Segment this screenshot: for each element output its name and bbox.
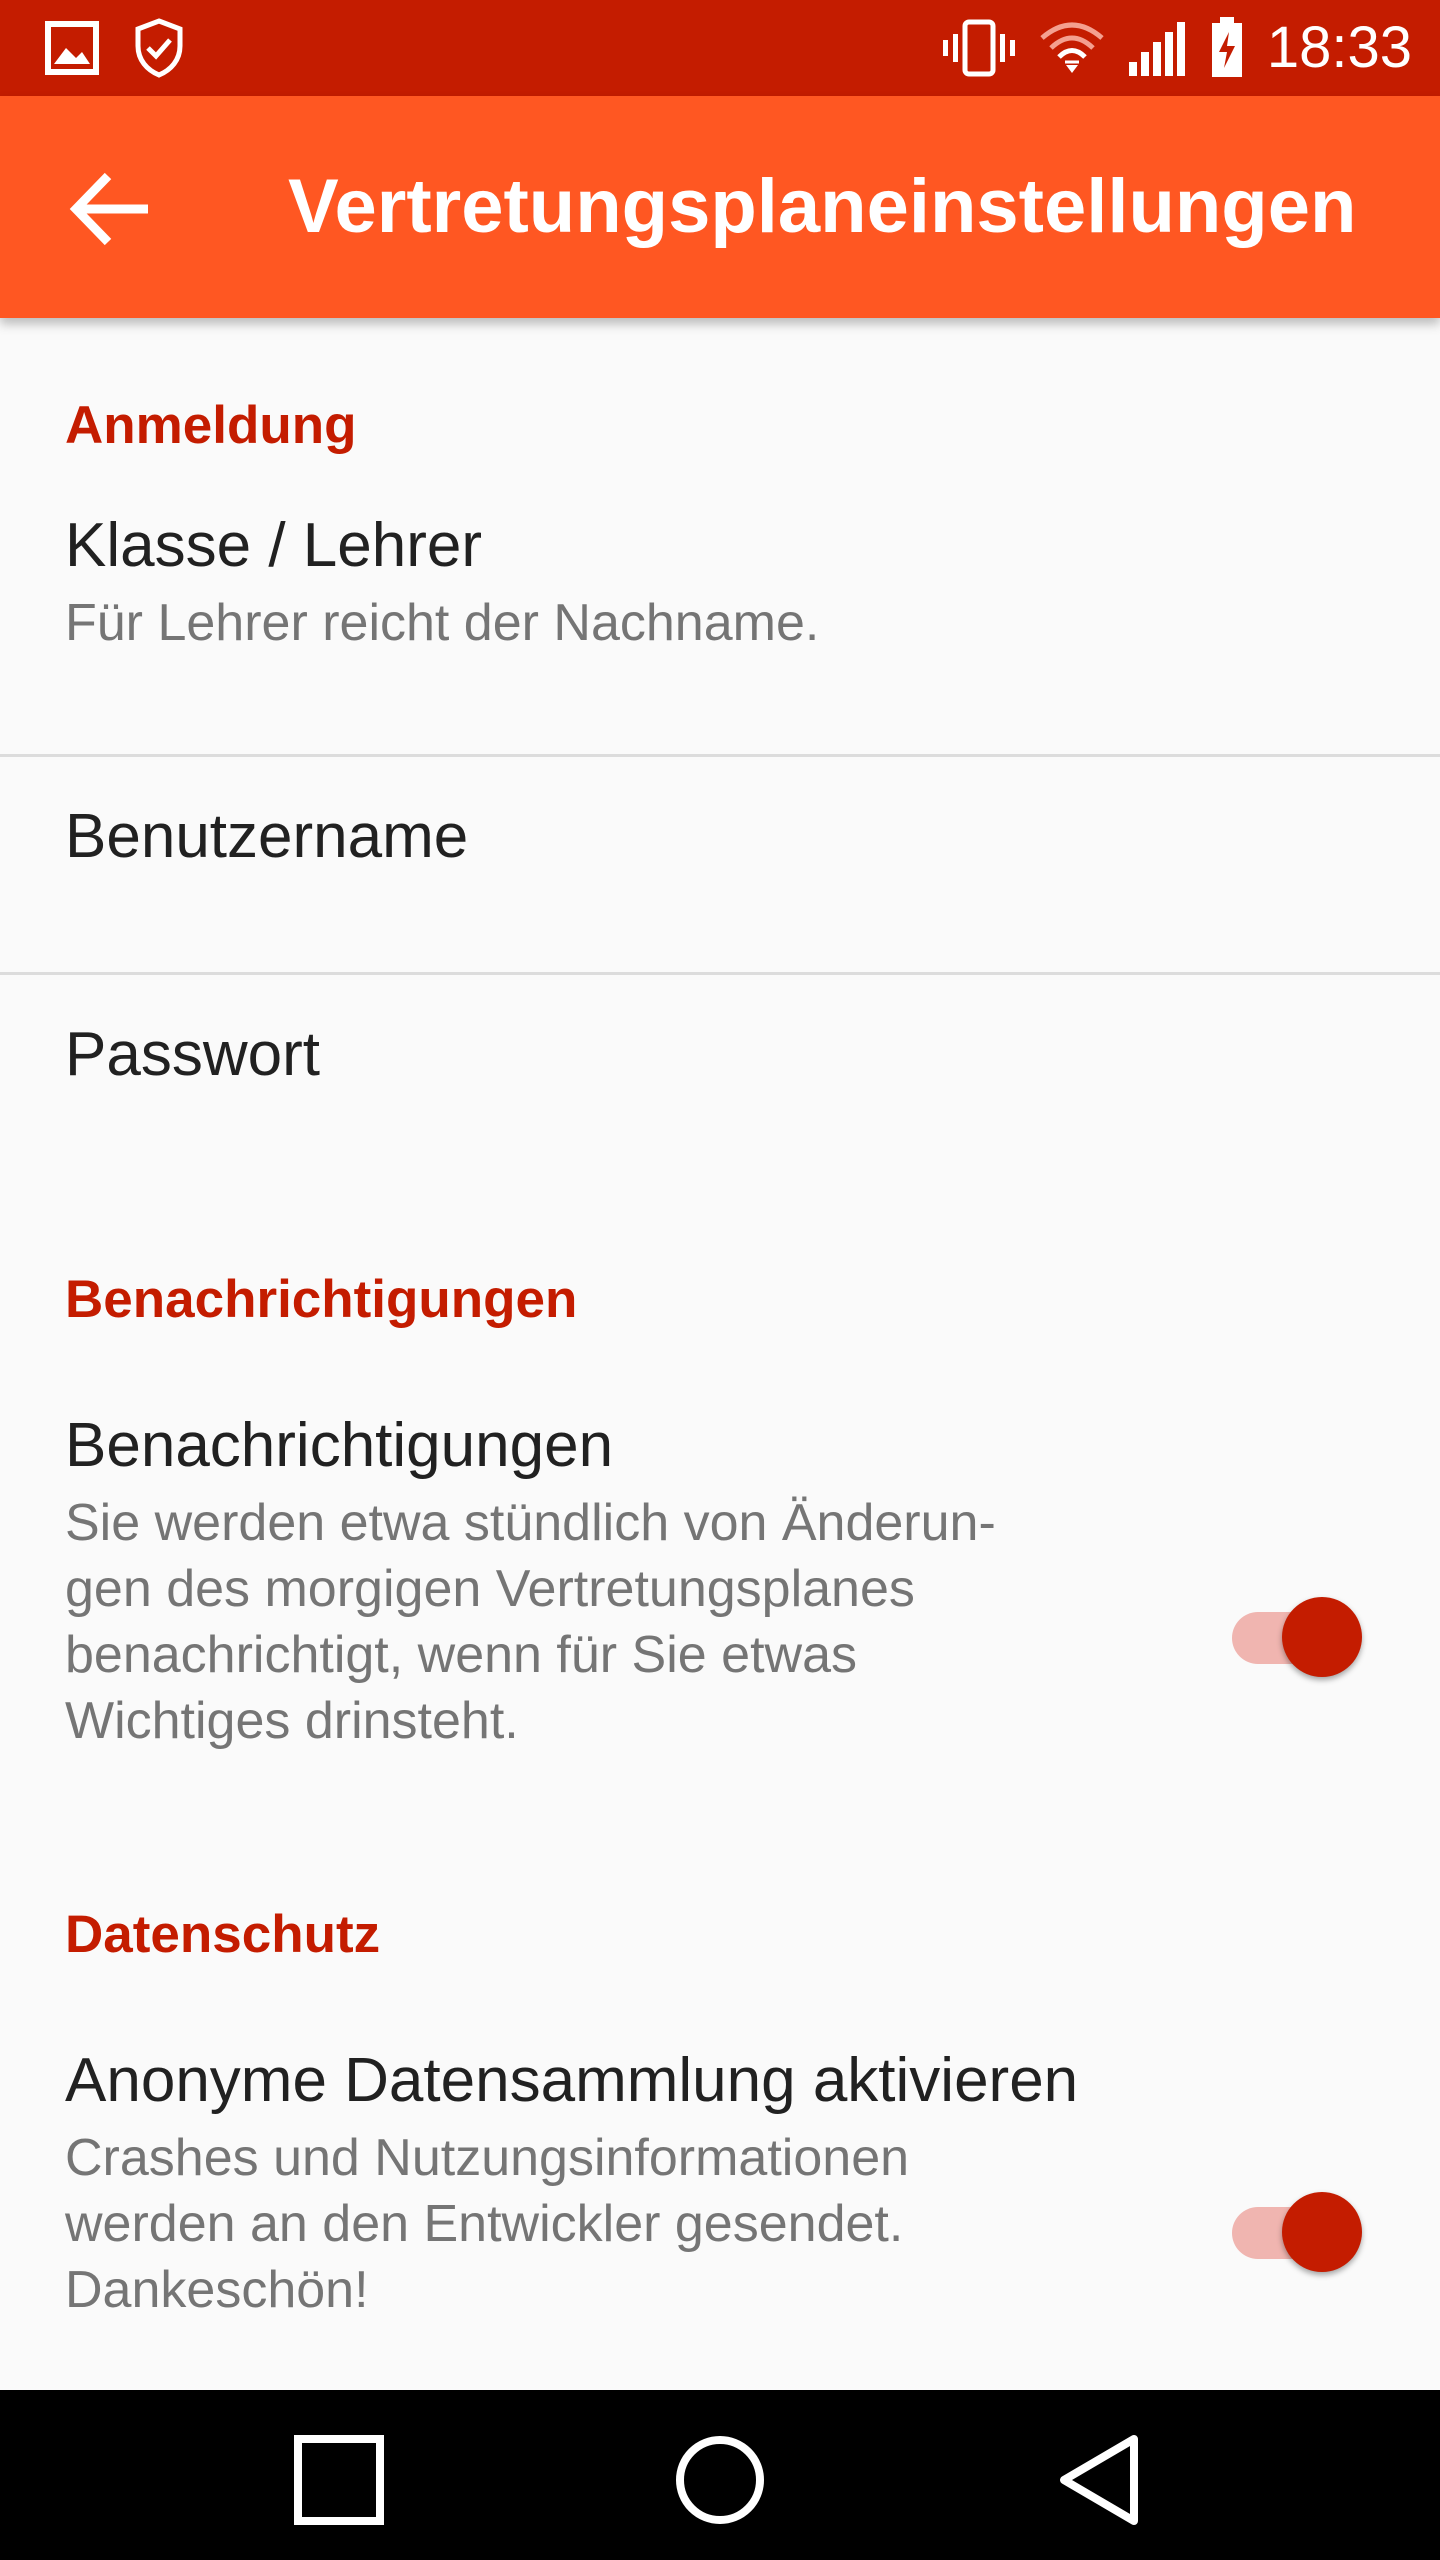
system-nav-bar xyxy=(0,2390,1440,2560)
section-header-privacy: Datenschutz xyxy=(65,1905,381,1964)
pref-notifications[interactable]: Benachrichtigungen Sie werden etwa stünd… xyxy=(0,1408,1440,1828)
status-time: 18:33 xyxy=(1266,15,1412,80)
analytics-toggle[interactable] xyxy=(1230,2181,1362,2272)
toggle-thumb xyxy=(1282,1597,1362,1677)
status-right-icons: 18:33 xyxy=(941,14,1412,82)
section-header-login: Anmeldung xyxy=(65,396,357,455)
settings-list: Anmeldung Klasse / Lehrer Für Lehrer rei… xyxy=(0,318,1440,2390)
section-header-notifications: Benachrichtigungen xyxy=(65,1270,578,1329)
pref-password-title: Passwort xyxy=(65,1020,320,1089)
pref-notifications-title: Benachrichtigungen xyxy=(65,1411,614,1480)
notifications-toggle[interactable] xyxy=(1230,1586,1362,1677)
wifi-icon xyxy=(1040,22,1104,73)
vibrate-icon xyxy=(942,19,1015,77)
pref-analytics-title: Anonyme Datensammlung aktivieren xyxy=(65,2046,1079,2115)
pref-class-teacher[interactable]: Klasse / Lehrer Für Lehrer reicht der Na… xyxy=(0,508,1440,772)
pref-class-teacher-title: Klasse / Lehrer xyxy=(65,511,482,580)
signal-icon xyxy=(1128,22,1185,76)
status-left-icons xyxy=(44,18,184,78)
triangle-back-icon[interactable] xyxy=(1046,2425,1156,2535)
status-bar: 18:33 xyxy=(0,0,1440,96)
pref-username-title: Benutzername xyxy=(65,802,469,871)
pref-class-teacher-summary: Für Lehrer reicht der Nachname. xyxy=(65,594,820,652)
toggle-thumb xyxy=(1282,2192,1362,2272)
image-icon xyxy=(45,21,99,75)
screen: 18:33 Vertretungsplaneinstellungen Anmel… xyxy=(0,0,1440,2560)
pref-password[interactable]: Passwort xyxy=(0,975,1440,1190)
circle-icon[interactable] xyxy=(665,2425,775,2535)
pref-username[interactable]: Benutzername xyxy=(0,757,1440,972)
pref-notifications-summary: Sie werden etwa stündlich von Änderun-ge… xyxy=(65,1494,996,1750)
page-title: Vertretungsplaneinstellungen xyxy=(288,164,1357,249)
pref-analytics[interactable]: Anonyme Datensammlung aktivieren Crashes… xyxy=(0,2043,1440,2373)
app-bar: Vertretungsplaneinstellungen xyxy=(0,96,1440,318)
square-icon[interactable] xyxy=(284,2425,394,2535)
battery-charging-icon xyxy=(1211,17,1242,77)
pref-analytics-summary: Crashes und Nutzungsinformationen werden… xyxy=(65,2129,910,2319)
shield-check-icon xyxy=(135,18,183,78)
arrow-back-icon[interactable] xyxy=(56,154,166,264)
